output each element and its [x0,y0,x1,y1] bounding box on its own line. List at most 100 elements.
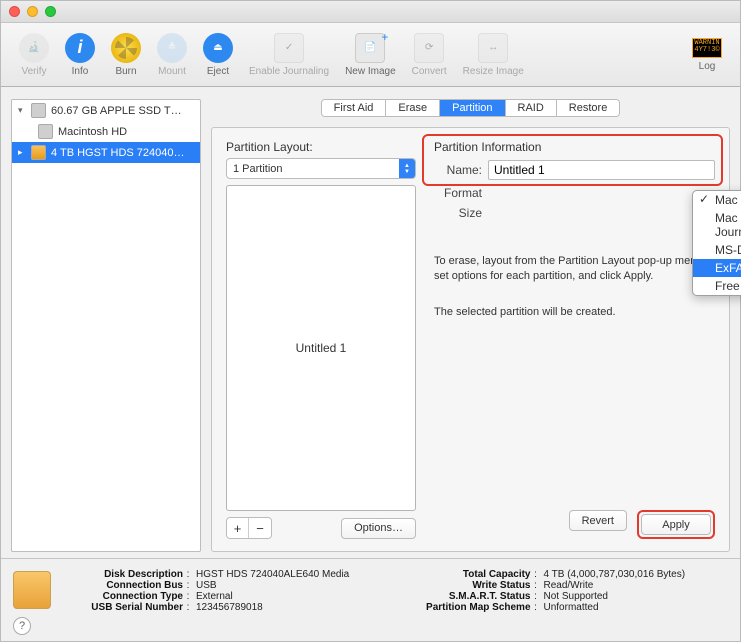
close-icon[interactable] [9,6,20,17]
window-controls [9,6,56,17]
journal-icon: ✓ [274,33,304,63]
add-remove-seg: + − [226,517,272,539]
partition-diagram[interactable]: Untitled 1 [226,185,416,511]
format-option-journaled[interactable]: Mac OS Extended (Journaled) [693,191,741,209]
partition-layout-select[interactable]: 1 Partition ▲▼ [226,158,416,179]
sidebar-item-internal-disk[interactable]: ▾ 60.67 GB APPLE SSD T… [12,100,200,121]
info-column: Partition Information Name: Format Size … [434,140,715,539]
v: Not Supported [541,591,729,602]
minimize-icon[interactable] [27,6,38,17]
disclosure-icon[interactable]: ▸ [18,147,26,158]
layout-title: Partition Layout: [226,140,416,154]
apply-button[interactable]: Apply [641,514,711,535]
tool-label: Burn [115,66,136,77]
tool-label: Enable Journaling [249,66,329,77]
volume-icon [38,124,53,139]
action-row: Revert Apply [434,510,715,539]
tab-first-aid[interactable]: First Aid [322,100,387,116]
k: USB Serial Number [63,602,183,613]
v: USB [193,580,381,591]
k: Disk Description [63,569,183,580]
footer: Disk Description:HGST HDS 724040ALE640 M… [1,558,740,641]
add-partition-button[interactable]: + [227,518,249,538]
disk-utility-window: 🔬 Verify i Info Burn ≜ Mount ⏏ Eject ✓ E… [0,0,741,642]
footer-details: Disk Description:HGST HDS 724040ALE640 M… [63,569,728,613]
disk-label: Macintosh HD [58,126,127,138]
sidebar-item-macintosh-hd[interactable]: Macintosh HD [12,121,200,142]
format-option-free-space[interactable]: Free Space [693,277,741,295]
partition-panel: Partition Layout: 1 Partition ▲▼ Untitle… [211,127,730,552]
v: Read/Write [541,580,729,591]
eject-button[interactable]: ⏏ Eject [195,29,241,81]
tool-label: Mount [158,66,186,77]
disk-sidebar: ▾ 60.67 GB APPLE SSD T… Macintosh HD ▸ 4… [11,99,201,552]
remove-partition-button[interactable]: − [249,518,271,538]
mount-icon: ≜ [157,33,187,63]
k: Total Capacity [411,569,531,580]
titlebar [1,1,740,23]
log-icon: WARNIN4Y7!3© [692,38,722,58]
tab-partition[interactable]: Partition [440,100,505,116]
microscope-icon: 🔬 [19,33,49,63]
v: 123456789018 [193,602,381,613]
k: S.M.A.R.T. Status [411,591,531,602]
format-option-msdos[interactable]: MS-DOS (FAT) [693,241,741,259]
convert-button[interactable]: ⟳ Convert [404,29,455,81]
v: 4 TB (4,000,787,030,016 Bytes) [541,569,729,580]
k: Connection Type [63,591,183,602]
size-label: Size [434,206,482,220]
sidebar-item-external-disk[interactable]: ▸ 4 TB HGST HDS 724040… [12,142,200,163]
journaling-button[interactable]: ✓ Enable Journaling [241,29,337,81]
external-disk-icon [13,571,51,609]
tool-label: Eject [207,66,229,77]
external-disk-icon [31,145,46,160]
tab-raid[interactable]: RAID [506,100,557,116]
options-button[interactable]: Options… [341,518,416,539]
resize-icon: ↔ [478,33,508,63]
convert-icon: ⟳ [414,33,444,63]
zoom-icon[interactable] [45,6,56,17]
tool-label: New Image [345,66,396,77]
format-option-exfat[interactable]: ExFAT [693,259,741,277]
tab-erase[interactable]: Erase [386,100,440,116]
select-value: 1 Partition [233,163,283,175]
highlight-annotation: Apply [637,510,715,539]
disclosure-icon[interactable]: ▾ [18,105,26,116]
partition-name-input[interactable] [488,160,715,180]
v: External [193,591,381,602]
disk-icon [31,103,46,118]
format-dropdown: Mac OS Extended (Journaled) Mac OS Exten… [692,190,741,296]
mount-button[interactable]: ≜ Mount [149,29,195,81]
body: ▾ 60.67 GB APPLE SSD T… Macintosh HD ▸ 4… [1,87,740,558]
resize-button[interactable]: ↔ Resize Image [455,29,532,81]
new-image-icon: 📄+ [355,33,385,63]
verify-button[interactable]: 🔬 Verify [11,29,57,81]
format-option-case-sensitive[interactable]: Mac OS Extended (Case-sensitive, Journal… [693,209,741,241]
revert-button[interactable]: Revert [569,510,627,531]
new-image-button[interactable]: 📄+ New Image [337,29,404,81]
format-label: Format [434,186,482,200]
tool-label: Resize Image [463,66,524,77]
eject-icon: ⏏ [203,33,233,63]
created-text: The selected partition will be created. [434,306,715,318]
k: Partition Map Scheme [411,602,531,613]
tool-label: Convert [412,66,447,77]
tab-restore[interactable]: Restore [557,100,620,116]
k: Write Status [411,580,531,591]
k: Connection Bus [63,580,183,591]
help-button[interactable]: ? [13,617,31,635]
info-icon: i [65,33,95,63]
main-panel: First Aid Erase Partition RAID Restore P… [211,99,730,552]
tool-label: Verify [21,66,46,77]
name-label: Name: [434,163,482,177]
tool-label: Log [699,61,716,72]
toolbar: 🔬 Verify i Info Burn ≜ Mount ⏏ Eject ✓ E… [1,23,740,87]
select-arrows-icon: ▲▼ [399,159,415,178]
info-button[interactable]: i Info [57,29,103,81]
burn-button[interactable]: Burn [103,29,149,81]
instruction-text: To erase, layout from the Partition Layo… [434,254,715,284]
disk-label: 4 TB HGST HDS 724040… [51,147,185,159]
log-button[interactable]: WARNIN4Y7!3© Log [684,34,730,76]
view-tabs: First Aid Erase Partition RAID Restore [321,99,621,117]
burn-icon [111,33,141,63]
